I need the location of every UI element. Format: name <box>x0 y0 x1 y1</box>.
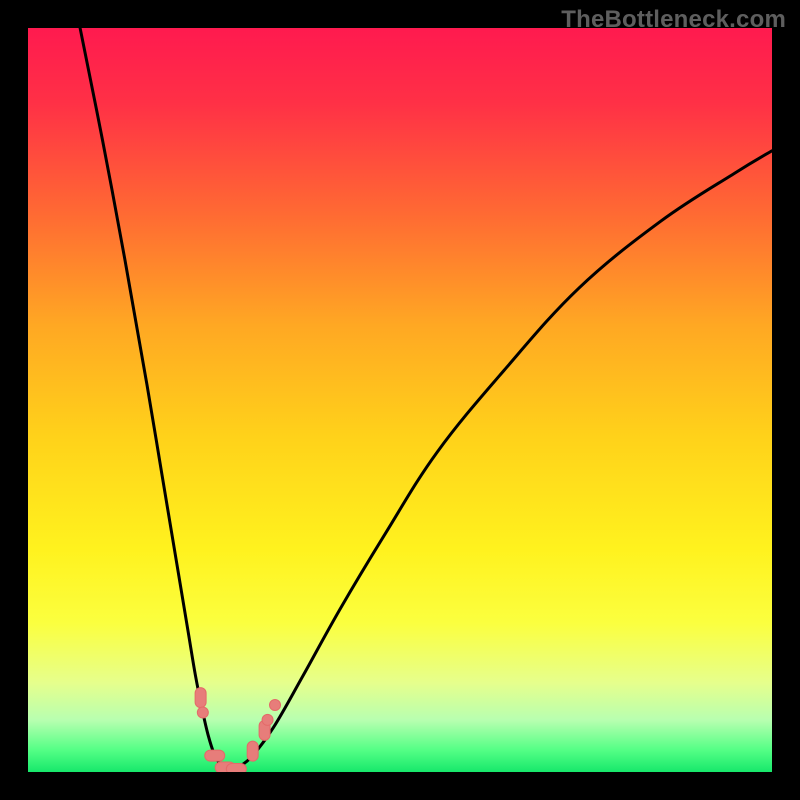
marker-5 <box>247 741 258 761</box>
marker-7 <box>262 714 273 725</box>
chart-frame: TheBottleneck.com <box>0 0 800 800</box>
plot-area <box>28 28 772 772</box>
marker-2 <box>205 750 225 761</box>
marker-1 <box>197 707 208 718</box>
watermark-text: TheBottleneck.com <box>561 6 786 34</box>
marker-0 <box>195 688 206 708</box>
chart-svg <box>28 28 772 772</box>
marker-8 <box>270 700 281 711</box>
gradient-background <box>28 28 772 772</box>
marker-4 <box>226 764 246 772</box>
